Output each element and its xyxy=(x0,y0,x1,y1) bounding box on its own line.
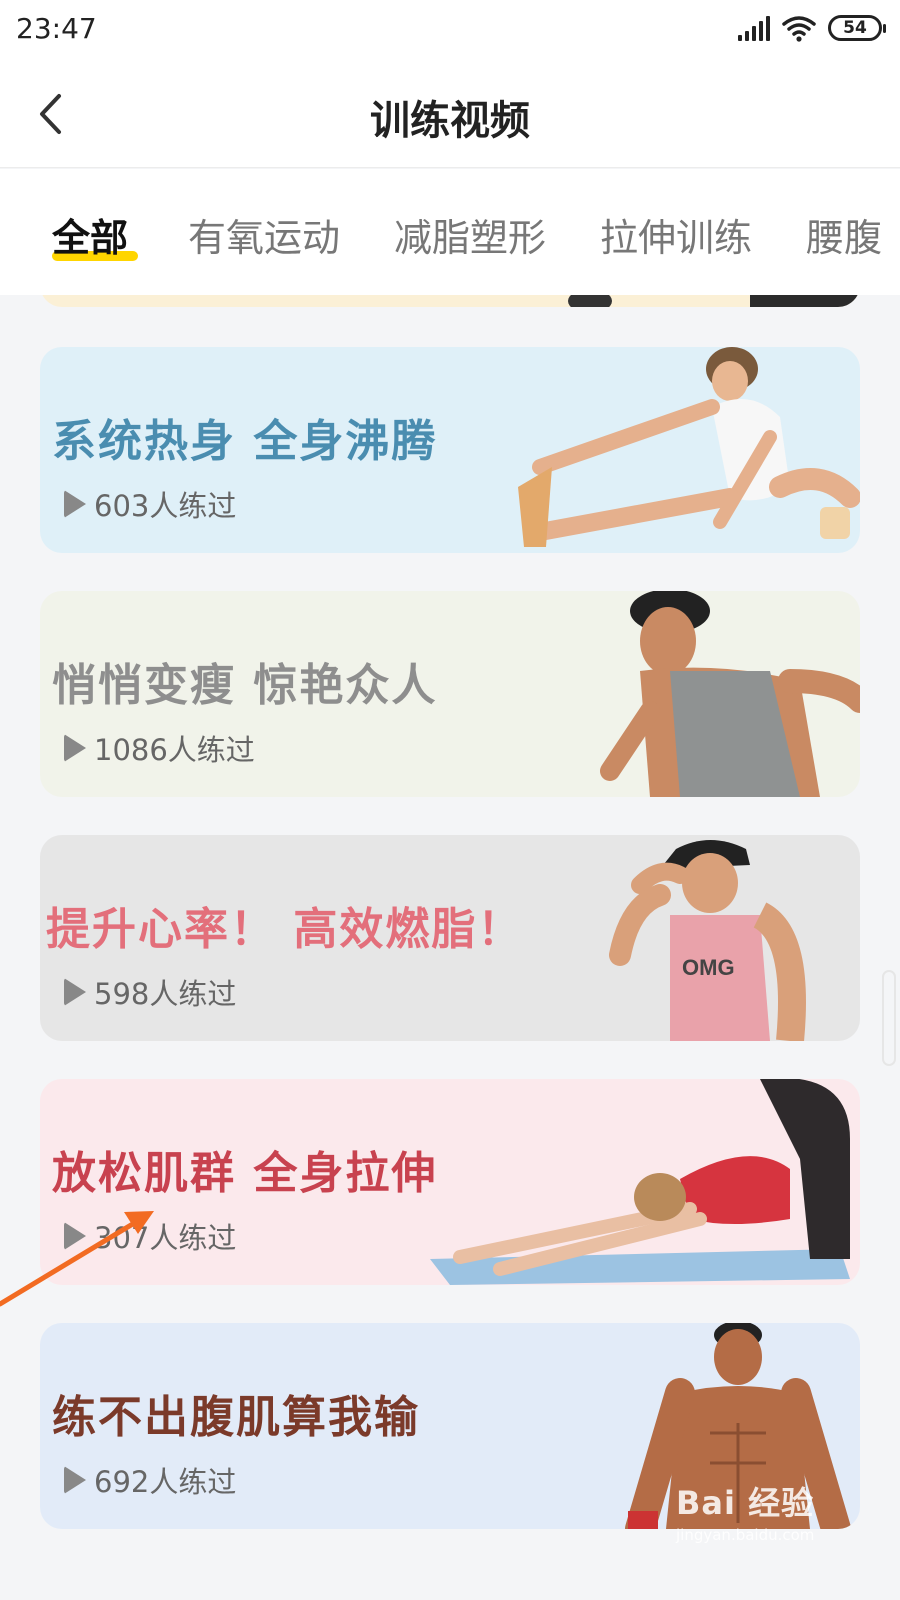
card-meta: 598人练过 xyxy=(64,971,236,1013)
annotation-arrow xyxy=(0,1211,154,1307)
status-time: 23:47 xyxy=(16,12,97,45)
video-card-slim[interactable]: 悄悄变瘦 惊艳众人 1086人练过 xyxy=(40,591,860,797)
play-icon xyxy=(64,734,86,762)
watermark-url: jingyan.baidu.com xyxy=(676,1526,815,1544)
photo-thumbnail xyxy=(568,295,860,307)
tab-aerobic[interactable]: 有氧运动 xyxy=(188,207,340,262)
practice-count: 692人练过 xyxy=(94,1465,237,1499)
man-running-image xyxy=(600,591,860,797)
page-title: 训练视频 xyxy=(370,98,530,144)
video-card-heart-rate[interactable]: 提升心率！ 高效燃脂！ 598人练过 OMG xyxy=(40,835,860,1041)
card-meta: 1086人练过 xyxy=(64,727,255,769)
status-icons: 54 xyxy=(738,14,886,42)
card-meta: 692人练过 xyxy=(64,1459,236,1501)
video-list: 系统热身 全身沸腾 603人练过 悄悄变瘦 惊艳众人 1086人练过 提升心率！… xyxy=(0,295,900,1600)
wifi-icon xyxy=(782,16,816,42)
practice-count: 1086人练过 xyxy=(94,733,255,767)
tab-waist[interactable]: 腰腹 xyxy=(806,207,882,262)
signal-icon xyxy=(738,15,770,41)
video-card-partial[interactable] xyxy=(40,295,860,307)
video-card-warmup[interactable]: 系统热身 全身沸腾 603人练过 xyxy=(40,347,860,553)
practice-count: 603人练过 xyxy=(94,489,237,523)
svg-text:OMG: OMG xyxy=(682,955,735,980)
tab-fat-loss[interactable]: 减脂塑形 xyxy=(394,207,546,262)
scroll-handle[interactable] xyxy=(882,970,896,1066)
play-icon xyxy=(64,978,86,1006)
baidu-watermark: Bai 经验 jingyan.baidu.com xyxy=(676,1478,814,1544)
woman-yoga-image xyxy=(430,1079,850,1285)
watermark-main: Bai 经验 xyxy=(676,1484,815,1522)
card-title: 悄悄变瘦 惊艳众人 xyxy=(52,660,438,711)
title-bar: 训练视频 xyxy=(0,62,900,168)
play-icon xyxy=(64,1466,86,1494)
card-title: 放松肌群 全身拉伸 xyxy=(52,1148,438,1199)
tab-stretching[interactable]: 拉伸训练 xyxy=(600,207,752,262)
man-cap-image: OMG xyxy=(609,840,806,1041)
play-icon xyxy=(64,490,86,518)
card-title: 系统热身 全身沸腾 xyxy=(52,416,438,467)
woman-stretching-image xyxy=(518,347,860,547)
status-bar: 23:47 54 xyxy=(0,0,900,62)
tab-all[interactable]: 全部 xyxy=(52,207,128,262)
card-title: 提升心率！ 高效燃脂！ xyxy=(46,904,524,955)
battery-icon: 54 xyxy=(828,15,886,41)
practice-count: 598人练过 xyxy=(94,977,237,1011)
category-tabs: 全部 有氧运动 减脂塑形 拉伸训练 腰腹 xyxy=(0,169,900,295)
card-title: 练不出腹肌算我输 xyxy=(52,1392,420,1443)
card-meta: 603人练过 xyxy=(64,483,236,525)
